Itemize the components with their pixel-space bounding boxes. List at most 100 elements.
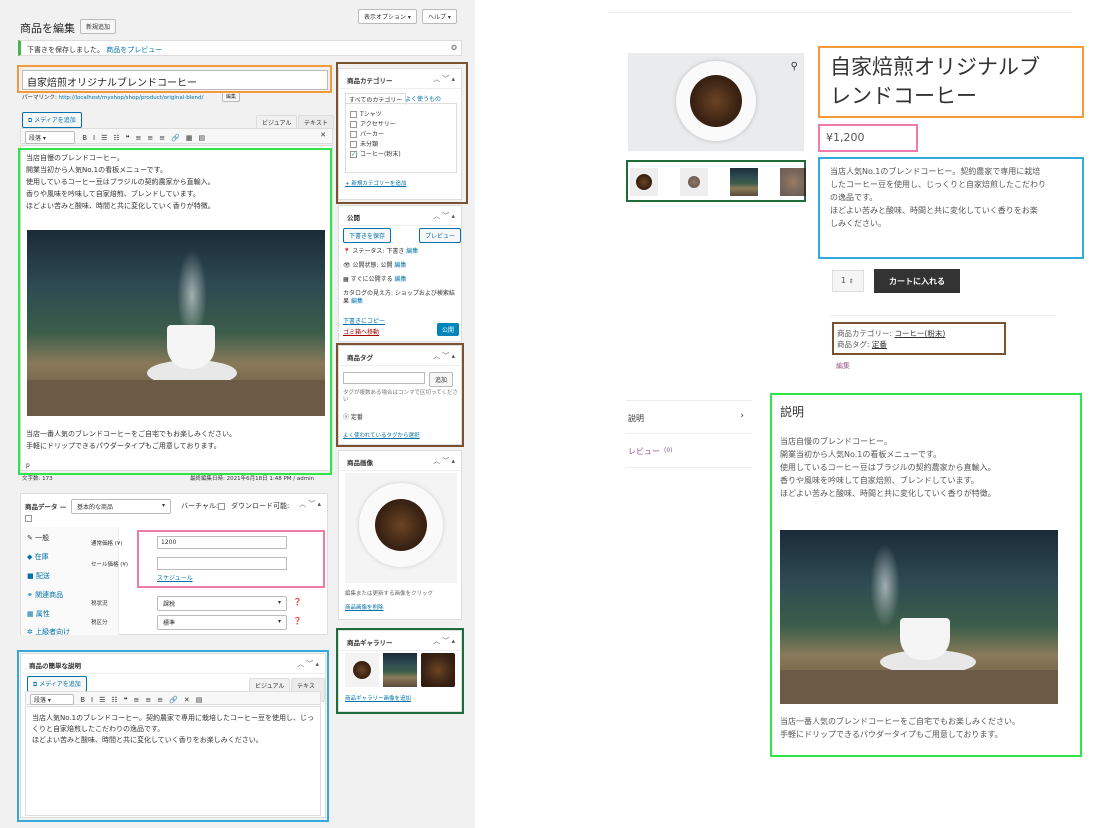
category-item[interactable]: Tシャツ	[350, 110, 452, 120]
image-remove-link[interactable]: 商品画像を削除	[345, 603, 384, 611]
collapse-arrows[interactable]: ︿ ﹀ ▴	[297, 659, 319, 669]
fullscreen-icon[interactable]: ✕	[320, 131, 326, 139]
collapse-arrows[interactable]: ︿ ﹀ ▴	[433, 636, 455, 646]
toolbar-toggle-icon[interactable]: ▤	[196, 696, 203, 704]
virtual-checkbox[interactable]: バーチャル:	[181, 501, 228, 511]
short-desc-editor[interactable]: 当店人気No.1のブレンドコーヒー。契約農家で専用に栽培したコーヒー豆を使用し、…	[25, 706, 321, 816]
collapse-arrows[interactable]: ︿ ﹀ ▴	[433, 211, 455, 221]
number-list-icon[interactable]: ☷	[111, 696, 117, 704]
status-edit-link[interactable]: 編集	[406, 248, 418, 255]
tab-shipping[interactable]: ■ 配送	[27, 571, 50, 581]
tag-add-button[interactable]: 追加	[429, 372, 454, 387]
stepper-icon[interactable]: ⇕	[849, 278, 854, 285]
checkbox[interactable]	[350, 111, 357, 118]
checkbox[interactable]	[218, 502, 226, 510]
table-icon[interactable]: ▦	[186, 134, 193, 142]
gallery-add-link[interactable]: 商品ギャラリー画像を追加	[345, 694, 411, 702]
italic-icon[interactable]: I	[91, 696, 93, 704]
copy-draft-link[interactable]: 下書きにコピー	[343, 316, 385, 325]
italic-icon[interactable]: I	[93, 134, 95, 142]
add-to-cart-button[interactable]: カートに入れる	[874, 269, 960, 293]
number-list-icon[interactable]: ☷	[113, 134, 119, 142]
category-item[interactable]: パーカー	[350, 130, 452, 140]
collapse-arrows[interactable]: ︿ ﹀ ▴	[433, 456, 455, 466]
trash-link[interactable]: ゴミ箱へ移動	[343, 327, 379, 336]
help-button[interactable]: ヘルプ ▾	[422, 9, 457, 24]
add-media-button[interactable]: ⧉ メディアを追加	[22, 112, 82, 128]
catalog-edit-link[interactable]: 編集	[351, 298, 363, 305]
align-left-icon[interactable]: ≡	[135, 134, 141, 142]
tax-status-select[interactable]: 課税 ▾	[157, 596, 287, 611]
category-item[interactable]: アクセサリー	[350, 120, 452, 130]
coffee-photo[interactable]	[27, 230, 325, 416]
schedule-edit-link[interactable]: 編集	[395, 276, 407, 283]
preview-link[interactable]: 商品をプレビュー	[106, 46, 162, 54]
align-left-icon[interactable]: ≡	[133, 696, 139, 704]
tab-description[interactable]: 説明 ›	[626, 400, 752, 434]
cat-tab-popular[interactable]: よく使うもの	[405, 94, 441, 103]
align-right-icon[interactable]: ≡	[157, 696, 163, 704]
gallery-thumb[interactable]	[383, 653, 417, 687]
help-icon[interactable]: ❓	[293, 617, 302, 625]
tag-choose-link[interactable]: よく使われているタグから選択	[343, 431, 420, 439]
tag-meta-link[interactable]: 定番	[872, 340, 887, 349]
align-center-icon[interactable]: ≡	[147, 134, 153, 142]
permalink-url[interactable]: http://localhost/myshop/shop/product/ori…	[59, 95, 204, 101]
schedule-link[interactable]: スケジュール	[157, 573, 193, 582]
add-new-button[interactable]: 新規追加	[80, 19, 117, 34]
collapse-arrows[interactable]: ︿ ﹀ ▴	[299, 499, 321, 509]
add-media-button-2[interactable]: ⧉ メディアを追加	[27, 676, 87, 692]
collapse-arrows[interactable]: ︿ ﹀ ▴	[433, 74, 455, 84]
link-icon[interactable]: 🔗	[169, 696, 178, 704]
thumb-4[interactable]	[780, 168, 806, 196]
thumb-1[interactable]	[630, 168, 658, 196]
visibility-edit-link[interactable]: 編集	[394, 262, 406, 269]
link-icon[interactable]: 🔗	[171, 134, 180, 142]
category-meta-link[interactable]: コーヒー(粉末)	[894, 329, 945, 338]
download-checkbox-box[interactable]	[25, 514, 35, 522]
screen-options-button[interactable]: 表示オプション ▾	[358, 9, 417, 24]
tab-general[interactable]: ✎ 一般	[27, 533, 49, 543]
edit-link[interactable]: 編集	[836, 361, 850, 371]
toolbar-toggle-icon[interactable]: ▤	[198, 134, 205, 142]
bold-icon[interactable]: B	[80, 696, 85, 704]
checkbox[interactable]	[350, 141, 357, 148]
tab-advanced[interactable]: ✲ 上級者向け	[27, 627, 70, 637]
tag-input[interactable]	[343, 372, 425, 384]
checkbox[interactable]	[350, 121, 357, 128]
collapse-arrows[interactable]: ︿ ﹀ ▴	[433, 351, 455, 361]
permalink-edit-button[interactable]: 編集	[222, 91, 241, 102]
product-title-input[interactable]: 自家焙煎オリジナルブレンドコーヒー	[22, 70, 328, 90]
gallery-thumb[interactable]	[345, 653, 379, 687]
sale-price-input[interactable]	[157, 557, 287, 570]
tab-inventory[interactable]: ◆ 在庫	[27, 552, 49, 562]
product-type-select[interactable]: 基本的な商品 ▾	[71, 499, 171, 514]
bullet-list-icon[interactable]: ☰	[99, 696, 105, 704]
main-product-image[interactable]: ⚲	[628, 53, 804, 151]
format-select-2[interactable]: 段落 ▾	[30, 694, 74, 705]
checkbox[interactable]	[350, 131, 357, 138]
tab-reviews[interactable]: レビュー (0)	[626, 434, 752, 468]
publish-button[interactable]: 公開	[437, 323, 460, 336]
tag-item[interactable]: ⓧ 定番	[343, 412, 363, 421]
gallery-thumb[interactable]	[421, 653, 455, 687]
add-category-link[interactable]: + 新規カテゴリーを追加	[345, 179, 406, 187]
quote-icon[interactable]: ❝	[124, 696, 128, 704]
align-right-icon[interactable]: ≡	[159, 134, 165, 142]
tab-attributes[interactable]: ▦ 属性	[27, 609, 50, 619]
thumb-2[interactable]	[680, 168, 708, 196]
category-item[interactable]: ✓ コーヒー(粉末)	[350, 150, 452, 160]
quote-icon[interactable]: ❝	[126, 134, 130, 142]
bold-icon[interactable]: B	[82, 134, 87, 142]
tax-class-select[interactable]: 標準 ▾	[157, 615, 287, 630]
content-editor[interactable]: 当店自慢のブレンドコーヒー。 開業当初から人気No.1の看板メニューです。 使用…	[20, 145, 333, 471]
fullscreen-icon[interactable]: ✕	[184, 696, 190, 704]
category-item[interactable]: 未分類	[350, 140, 452, 150]
save-draft-button[interactable]: 下書きを保存	[343, 228, 392, 243]
download-checkbox[interactable]: ダウンロード可能:	[231, 501, 289, 511]
zoom-icon[interactable]: ⚲	[791, 61, 798, 72]
product-image[interactable]	[345, 473, 457, 583]
tab-linked-products[interactable]: ⚭ 関連商品	[27, 590, 63, 600]
checkbox[interactable]	[25, 514, 32, 522]
bullet-list-icon[interactable]: ☰	[101, 134, 107, 142]
